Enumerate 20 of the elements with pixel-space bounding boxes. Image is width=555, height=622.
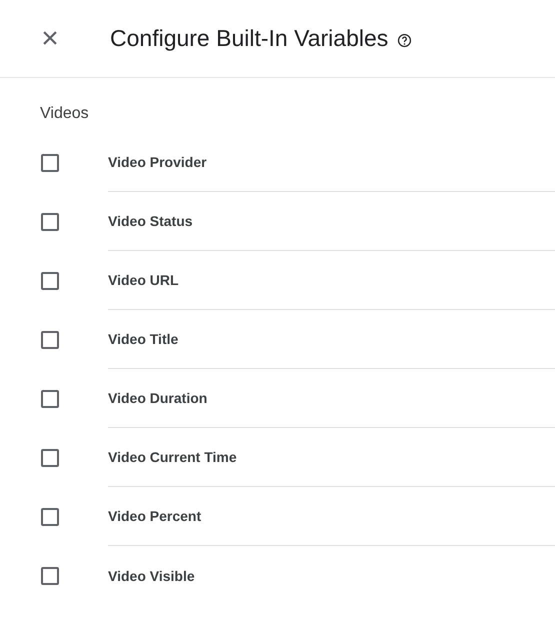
variable-label: Video Status: [108, 213, 193, 229]
variable-label: Video Duration: [108, 390, 208, 406]
variable-label: Video Title: [108, 331, 178, 347]
dialog-title: Configure Built-In Variables: [110, 25, 388, 52]
variable-label: Video Percent: [108, 508, 202, 524]
checkbox[interactable]: [41, 330, 59, 348]
variable-label: Video Current Time: [108, 449, 237, 465]
checkbox[interactable]: [41, 154, 59, 172]
checkbox[interactable]: [41, 448, 59, 466]
checkbox[interactable]: [41, 390, 59, 408]
section-title: Videos: [39, 104, 90, 124]
variable-label: Video URL: [108, 272, 179, 288]
variable-label: Video Provider: [108, 154, 207, 170]
help-icon[interactable]: [397, 32, 412, 48]
variable-label: Video Visible: [108, 568, 195, 584]
checkbox[interactable]: [41, 212, 59, 230]
checkbox[interactable]: [41, 566, 59, 584]
close-button[interactable]: ×: [38, 24, 62, 54]
checkbox[interactable]: [41, 508, 59, 526]
checkbox[interactable]: [41, 272, 59, 290]
